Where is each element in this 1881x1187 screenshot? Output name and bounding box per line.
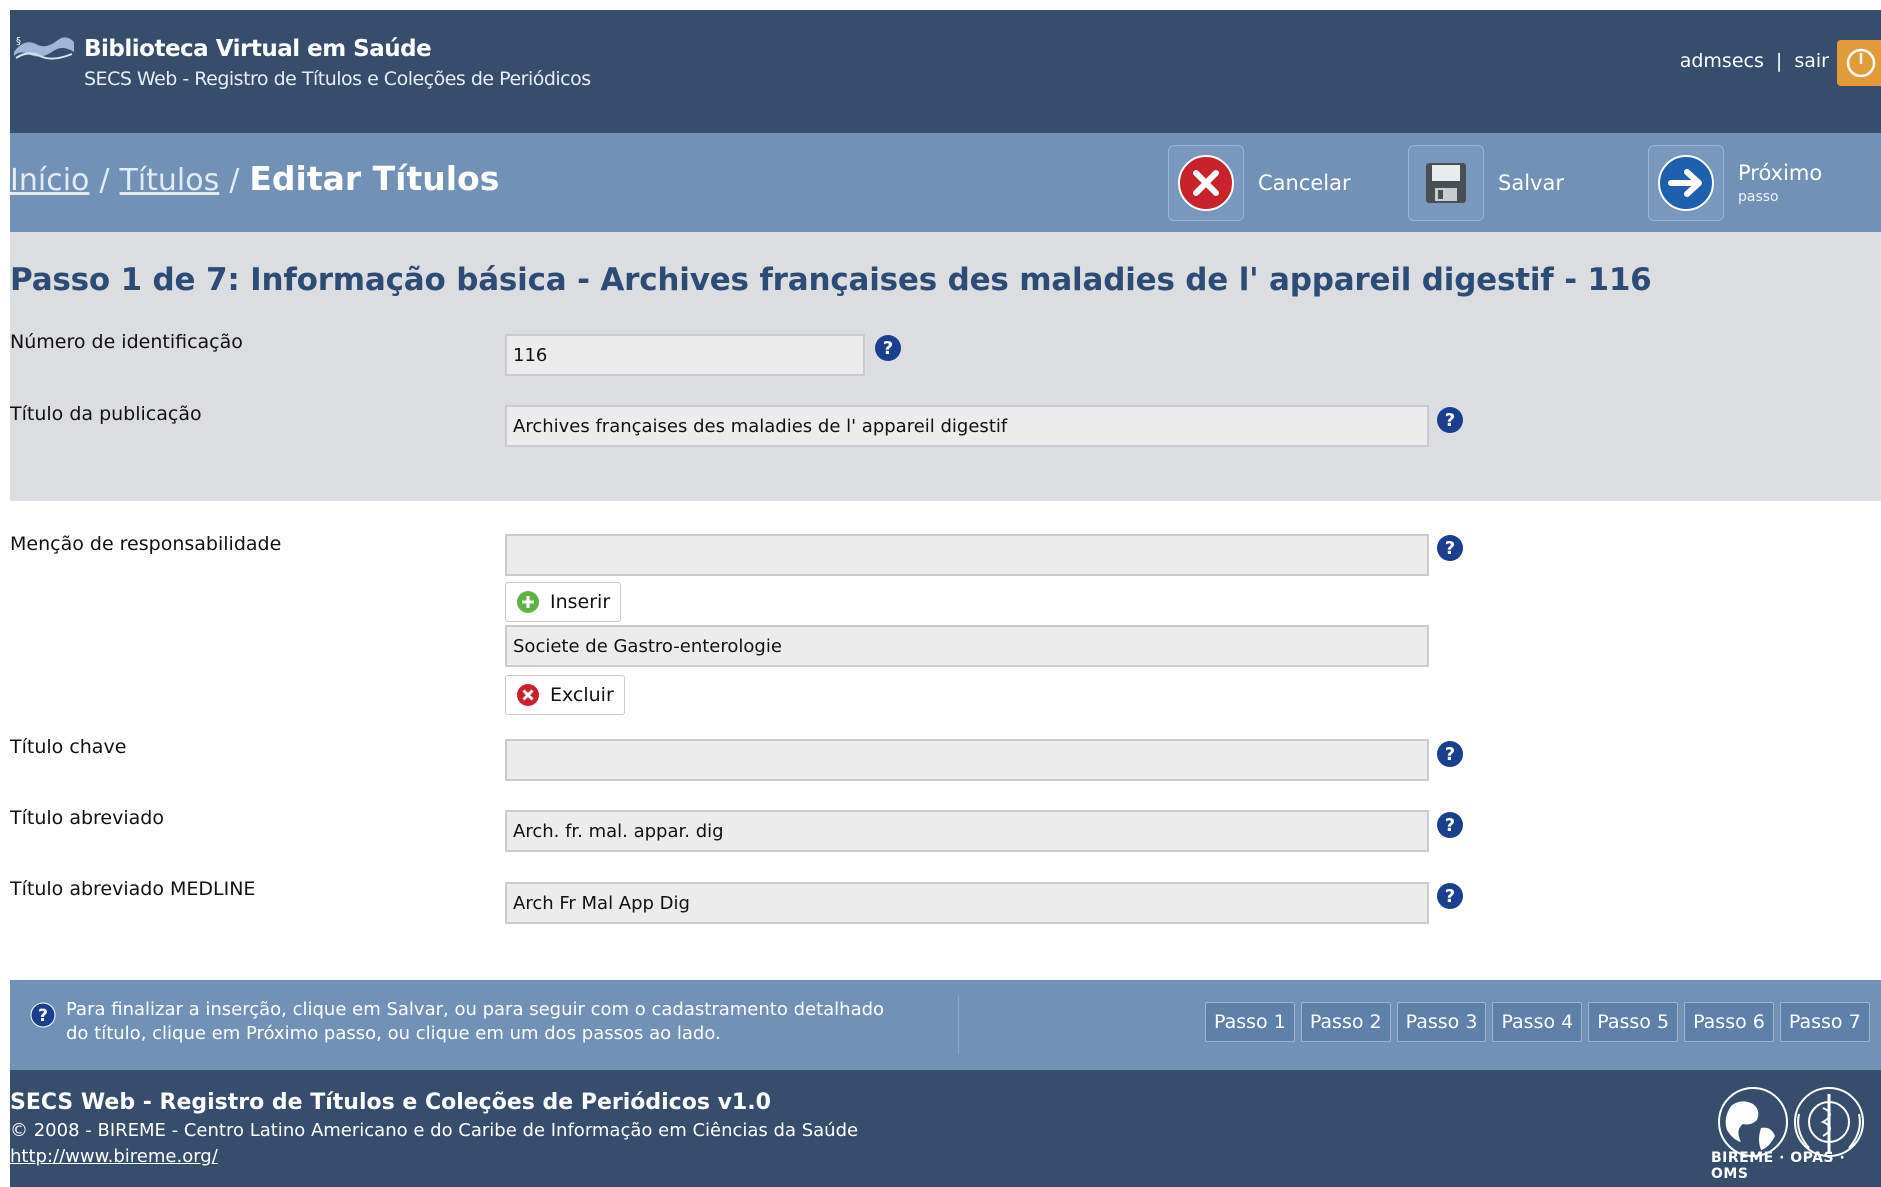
key-title-label: Título chave	[10, 736, 127, 758]
svg-text:?: ?	[1445, 815, 1455, 836]
breadcrumb-home-link[interactable]: Início	[10, 163, 89, 198]
cancel-icon	[1178, 155, 1234, 211]
next-label: Próximo passo	[1738, 161, 1822, 205]
help-icon[interactable]: ?	[1436, 811, 1464, 839]
footer-copyright: © 2008 - BIREME - Centro Latino American…	[10, 1120, 859, 1141]
breadcrumb-separator: /	[99, 163, 110, 198]
abbreviated-title-label: Título abreviado	[10, 807, 164, 829]
bvs-logo: §	[14, 36, 74, 60]
svg-text:?: ?	[883, 338, 893, 359]
username: admsecs	[1679, 50, 1764, 72]
footer: SECS Web - Registro de Títulos e Coleçõe…	[10, 1070, 1881, 1187]
svg-text:?: ?	[1445, 410, 1455, 431]
info-line-2: do título, clique em Próximo passo, ou c…	[66, 1023, 721, 1044]
step-7-button[interactable]: Passo 7	[1779, 1002, 1870, 1042]
next-label-main: Próximo	[1738, 161, 1823, 185]
svg-text:§: §	[16, 36, 21, 47]
save-icon	[1426, 163, 1466, 203]
help-icon[interactable]: ?	[874, 334, 902, 362]
help-icon[interactable]: ?	[1436, 882, 1464, 910]
next-label-sub: passo	[1738, 189, 1779, 205]
plus-icon	[517, 591, 539, 613]
svg-text:?: ?	[1445, 538, 1455, 559]
organization-logos: BIREME · OPAS · OMS	[1711, 1084, 1881, 1184]
step-title: Passo 1 de 7: Informação básica - Archiv…	[10, 262, 1652, 298]
help-icon[interactable]: ?	[1436, 534, 1464, 562]
help-icon[interactable]: ?	[1436, 406, 1464, 434]
svg-text:?: ?	[1445, 744, 1455, 765]
help-icon: ?	[30, 1002, 56, 1028]
user-separator: |	[1775, 50, 1783, 72]
step-6-button[interactable]: Passo 6	[1684, 1002, 1774, 1042]
logout-link[interactable]: sair	[1794, 50, 1829, 72]
cancel-icon-box[interactable]	[1168, 145, 1244, 221]
breadcrumb-titles-link[interactable]: Títulos	[120, 163, 220, 198]
medline-title-field[interactable]: Arch Fr Mal App Dig	[505, 882, 1429, 924]
help-icon[interactable]: ?	[1436, 740, 1464, 768]
delete-button[interactable]: Excluir	[505, 675, 625, 715]
responsibility-item[interactable]: Societe de Gastro-enterologie	[505, 625, 1429, 667]
abbreviated-title-field[interactable]: Arch. fr. mal. appar. dig	[505, 810, 1429, 852]
step-5-button[interactable]: Passo 5	[1588, 1002, 1679, 1042]
next-icon-box[interactable]	[1648, 145, 1724, 221]
page-title: Editar Títulos	[249, 159, 500, 198]
organization-logo-text: BIREME · OPAS · OMS	[1711, 1150, 1846, 1182]
breadcrumb-separator: /	[229, 163, 240, 198]
key-title-field[interactable]	[505, 739, 1429, 781]
top-header: § Biblioteca Virtual em Saúde SECS Web -…	[10, 10, 1881, 133]
info-line-1: Para finalizar a inserção, clique em Sal…	[66, 999, 885, 1020]
id-number-label: Número de identificação	[10, 331, 243, 353]
responsibility-field[interactable]	[505, 534, 1429, 576]
publication-title-label: Título da publicação	[10, 403, 202, 425]
save-label: Salvar	[1498, 171, 1564, 195]
breadcrumb: Início / Títulos / Editar Títulos	[10, 159, 499, 198]
step-navigation: Passo 1 Passo 2 Passo 3 Passo 4 Passo 5 …	[1205, 1002, 1870, 1042]
app-subtitle: SECS Web - Registro de Títulos e Coleçõe…	[84, 68, 591, 90]
step-4-button[interactable]: Passo 4	[1492, 1002, 1583, 1042]
medline-title-label: Título abreviado MEDLINE	[10, 878, 256, 900]
footer-title: SECS Web - Registro de Títulos e Coleçõe…	[10, 1090, 771, 1115]
id-number-field[interactable]: 116	[505, 334, 865, 376]
user-area: admsecs | sair	[1680, 50, 1829, 72]
step-1-button[interactable]: Passo 1	[1205, 1002, 1295, 1042]
publication-title-field[interactable]: Archives françaises des maladies de l' a…	[505, 405, 1429, 447]
cancel-button[interactable]: Cancelar	[1168, 144, 1351, 222]
svg-text:?: ?	[38, 1006, 48, 1026]
delete-icon	[517, 684, 539, 706]
save-icon-box[interactable]	[1408, 145, 1484, 221]
delete-label: Excluir	[550, 684, 614, 706]
svg-text:?: ?	[1445, 886, 1455, 907]
insert-label: Inserir	[550, 591, 611, 613]
cancel-label: Cancelar	[1258, 171, 1351, 195]
responsibility-label: Menção de responsabilidade	[10, 533, 282, 555]
info-text: Para finalizar a inserção, clique em Sal…	[66, 998, 966, 1046]
power-icon[interactable]	[1837, 40, 1881, 86]
insert-button[interactable]: Inserir	[505, 582, 622, 622]
next-step-button[interactable]: Próximo passo	[1648, 144, 1822, 222]
step-3-button[interactable]: Passo 3	[1396, 1002, 1487, 1042]
save-button[interactable]: Salvar	[1408, 144, 1564, 222]
bireme-link[interactable]: http://www.bireme.org/	[10, 1146, 218, 1167]
app-name: Biblioteca Virtual em Saúde	[84, 36, 432, 62]
breadcrumb-bar: Início / Títulos / Editar Títulos Cancelar S…	[10, 133, 1881, 232]
divider	[958, 996, 959, 1054]
arrow-right-icon	[1658, 155, 1714, 211]
step-2-button[interactable]: Passo 2	[1300, 1002, 1391, 1042]
info-bar: ? Para finalizar a inserção, clique em S…	[10, 980, 1881, 1070]
